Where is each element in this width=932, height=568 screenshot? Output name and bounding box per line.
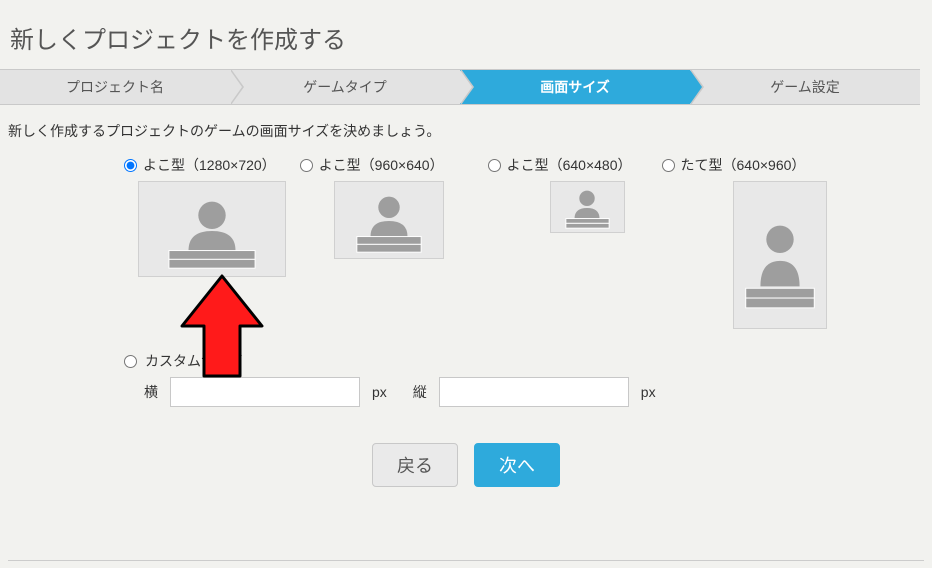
radio-custom-size[interactable] [124,355,137,368]
radio-960x640[interactable] [300,159,313,172]
step-label: 画面サイズ [540,77,610,97]
step-label: プロジェクト名 [66,77,164,97]
navigation-buttons: 戻る 次へ [0,443,932,487]
thumbnails-row [0,181,932,329]
step-label: ゲームタイプ [303,77,387,97]
custom-size-label: カスタムサイズ [145,351,243,371]
description-text: 新しく作成するプロジェクトのゲームの画面サイズを決めましょう。 [8,121,932,141]
size-option-label: よこ型（1280×720） [143,155,276,175]
step-project-name[interactable]: プロジェクト名 [0,70,230,104]
radio-640x960[interactable] [662,159,675,172]
step-label: ゲーム設定 [770,77,840,97]
size-option-640x480[interactable]: よこ型（640×480） [488,155,632,175]
unit-label: px [372,384,387,400]
back-button[interactable]: 戻る [372,443,458,487]
size-option-640x960[interactable]: たて型（640×960） [662,155,806,175]
custom-size-option[interactable]: カスタムサイズ [0,351,932,371]
thumbnail-640x480[interactable] [550,181,625,233]
placeholder-icon [551,182,624,232]
thumbnail-640x960[interactable] [733,181,827,329]
size-option-label: よこ型（960×640） [319,155,444,175]
radio-1280x720[interactable] [124,159,137,172]
next-button[interactable]: 次へ [474,443,560,487]
height-field[interactable] [439,377,629,407]
size-option-960x640[interactable]: よこ型（960×640） [300,155,444,175]
step-screen-size[interactable]: 画面サイズ [460,70,690,104]
width-field[interactable] [170,377,360,407]
step-game-type[interactable]: ゲームタイプ [230,70,460,104]
page-title: 新しくプロジェクトを作成する [0,0,932,69]
placeholder-icon [734,182,826,328]
size-option-1280x720[interactable]: よこ型（1280×720） [124,155,276,175]
radio-640x480[interactable] [488,159,501,172]
size-options-row: よこ型（1280×720） よこ型（960×640） よこ型（640×480） … [0,155,932,175]
footer-divider [8,560,924,561]
placeholder-icon [139,182,285,276]
wizard-steps: プロジェクト名 ゲームタイプ 画面サイズ ゲーム設定 [0,69,920,105]
height-label: 縦 [413,382,427,402]
step-game-settings[interactable]: ゲーム設定 [690,70,920,104]
width-label: 横 [144,382,158,402]
custom-dimensions-row: 横 px 縦 px [0,377,932,407]
thumbnail-960x640[interactable] [334,181,444,259]
thumbnail-1280x720[interactable] [138,181,286,277]
size-option-label: よこ型（640×480） [507,155,632,175]
unit-label: px [641,384,656,400]
placeholder-icon [335,182,443,258]
size-option-label: たて型（640×960） [681,155,806,175]
